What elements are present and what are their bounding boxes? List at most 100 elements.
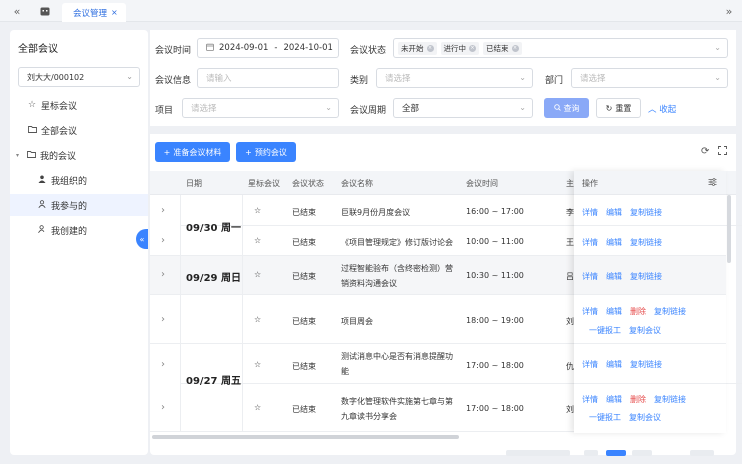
row-actions: 详情 编辑 复制链接 xyxy=(582,271,670,282)
row-expand-icon[interactable]: › xyxy=(161,402,165,413)
search-button[interactable]: 查询 xyxy=(544,98,589,118)
detail-link[interactable]: 详情 xyxy=(582,271,598,282)
detail-link[interactable]: 详情 xyxy=(582,207,598,218)
sidebar-item-organized[interactable]: 我组织的 xyxy=(10,169,148,191)
sidebar-item-created[interactable]: 我创建的 xyxy=(10,219,148,241)
sidebar-item-starred[interactable]: ☆ 星标会议 xyxy=(10,94,148,116)
row-name-line1[interactable]: 测试消息中心是否有消息提醒功 xyxy=(341,351,453,362)
sidebar-item-all[interactable]: 全部会议 xyxy=(10,119,148,141)
row-expand-icon[interactable]: › xyxy=(161,314,165,325)
report-work-link[interactable]: 一键报工 xyxy=(589,412,621,423)
pagination-prev[interactable] xyxy=(584,450,598,456)
pagination-current-page[interactable] xyxy=(606,450,626,456)
horizontal-scrollbar[interactable] xyxy=(152,435,459,439)
tag-close-icon[interactable]: × xyxy=(426,44,434,52)
info-input[interactable]: 请输入 xyxy=(197,68,339,88)
star-icon[interactable]: ☆ xyxy=(254,315,261,324)
copy-link[interactable]: 复制链接 xyxy=(630,359,662,370)
tag-close-icon[interactable]: × xyxy=(511,44,519,52)
row-name[interactable]: 项目周会 xyxy=(341,316,373,327)
project-select[interactable]: 请选择 ⌄ xyxy=(182,98,339,118)
delete-link[interactable]: 删除 xyxy=(630,394,646,405)
column-header-date: 日期 xyxy=(186,179,202,188)
row-name-line2[interactable]: 销资料沟通会议 xyxy=(341,278,397,289)
cycle-select[interactable]: 全部 ⌄ xyxy=(393,98,533,118)
home-icon[interactable] xyxy=(38,4,52,18)
double-chevron-left-icon[interactable]: « xyxy=(10,4,24,18)
row-name-line2[interactable]: 九章读书分享会 xyxy=(341,411,397,422)
edit-link[interactable]: 编辑 xyxy=(606,271,622,282)
sidebar-title: 全部会议 xyxy=(18,44,58,55)
copy-link[interactable]: 复制链接 xyxy=(630,237,662,248)
edit-link[interactable]: 编辑 xyxy=(606,359,622,370)
star-icon[interactable]: ☆ xyxy=(254,270,261,279)
row-name[interactable]: 《项目管理规定》修订版讨论会 xyxy=(341,237,453,248)
date-range-picker[interactable]: 2024-09-01 - 2024-10-01 xyxy=(197,38,339,58)
row-actions-secondary: 一键报工 复制会议 xyxy=(589,325,669,336)
copy-link[interactable]: 复制链接 xyxy=(654,394,686,405)
dept-select[interactable]: 请选择 ⌄ xyxy=(571,68,728,88)
prepare-materials-button[interactable]: + 准备会议材料 xyxy=(155,142,230,162)
status-tag-not-started: 未开始 × xyxy=(398,41,437,55)
detail-link[interactable]: 详情 xyxy=(582,306,598,317)
column-settings-icon[interactable] xyxy=(708,178,717,188)
close-icon[interactable]: × xyxy=(111,8,118,17)
copy-meeting-link[interactable]: 复制会议 xyxy=(629,412,661,423)
row-time: 10:00 ~ 11:00 xyxy=(466,237,524,246)
chevron-down-icon: ⌄ xyxy=(519,73,526,82)
row-name[interactable]: 巨联9月份月度会议 xyxy=(341,207,410,218)
book-meeting-label: 预约会议 xyxy=(254,147,287,157)
row-name-line2[interactable]: 能 xyxy=(341,366,349,377)
status-select[interactable]: 未开始 × 进行中 × 已结束 × ⌄ xyxy=(393,38,728,58)
copy-meeting-link[interactable]: 复制会议 xyxy=(629,325,661,336)
pagination-size[interactable] xyxy=(690,450,714,456)
pagination-page[interactable] xyxy=(632,450,652,456)
sidebar-item-participated[interactable]: 我参与的 xyxy=(10,194,148,216)
row-expand-icon[interactable]: › xyxy=(161,205,165,216)
refresh-icon[interactable]: ⟳ xyxy=(701,146,709,157)
row-name-line1[interactable]: 数字化管理软件实施第七章与第 xyxy=(341,396,453,407)
fullscreen-icon[interactable] xyxy=(718,146,727,157)
star-icon[interactable]: ☆ xyxy=(254,360,261,369)
copy-link[interactable]: 复制链接 xyxy=(630,271,662,282)
chevron-down-icon: ⌄ xyxy=(714,73,721,82)
double-chevron-right-icon[interactable]: » xyxy=(722,4,736,18)
tag-close-icon[interactable]: × xyxy=(469,44,476,52)
edit-link[interactable]: 编辑 xyxy=(606,207,622,218)
edit-link[interactable]: 编辑 xyxy=(606,237,622,248)
category-select[interactable]: 请选择 ⌄ xyxy=(376,68,533,88)
collapse-filters-link[interactable]: ︿ 收起 xyxy=(648,103,676,115)
copy-link[interactable]: 复制链接 xyxy=(630,207,662,218)
row-expand-icon[interactable]: › xyxy=(161,235,165,246)
row-name-line1[interactable]: 过程智能验布（含终密检测）营 xyxy=(341,263,453,274)
chevron-down-icon: ⌄ xyxy=(714,43,721,52)
detail-link[interactable]: 详情 xyxy=(582,359,598,370)
chevron-up-icon: ︿ xyxy=(648,105,657,115)
row-expand-icon[interactable]: › xyxy=(161,359,165,370)
delete-link[interactable]: 删除 xyxy=(630,306,646,317)
sidebar-item-mine[interactable]: ▾ 我的会议 xyxy=(10,144,148,166)
star-icon[interactable]: ☆ xyxy=(254,206,261,215)
row-expand-icon[interactable]: › xyxy=(161,269,165,280)
edit-link[interactable]: 编辑 xyxy=(606,394,622,405)
detail-link[interactable]: 详情 xyxy=(582,237,598,248)
book-meeting-button[interactable]: + 预约会议 xyxy=(236,142,296,162)
copy-link[interactable]: 复制链接 xyxy=(654,306,686,317)
section-divider xyxy=(150,126,736,134)
date-start: 2024-09-01 xyxy=(219,43,269,53)
vertical-scrollbar[interactable] xyxy=(727,195,731,263)
row-status: 已结束 xyxy=(292,405,316,414)
chevron-down-icon: ⌄ xyxy=(519,103,526,112)
star-icon[interactable]: ☆ xyxy=(254,236,261,245)
user-select[interactable]: 刘大大/000102 ⌄ xyxy=(18,67,140,87)
tab-meeting-management[interactable]: 会议管理 × xyxy=(62,3,126,22)
reset-button[interactable]: ↻ 重置 xyxy=(596,98,641,118)
edit-link[interactable]: 编辑 xyxy=(606,306,622,317)
caret-down-icon[interactable]: ▾ xyxy=(16,152,25,159)
report-work-link[interactable]: 一键报工 xyxy=(589,325,621,336)
detail-link[interactable]: 详情 xyxy=(582,394,598,405)
chevron-down-icon: ⌄ xyxy=(325,103,332,112)
star-icon[interactable]: ☆ xyxy=(254,403,261,412)
time-label: 会议时间 xyxy=(155,46,192,56)
column-header-name: 会议名称 xyxy=(341,179,373,188)
